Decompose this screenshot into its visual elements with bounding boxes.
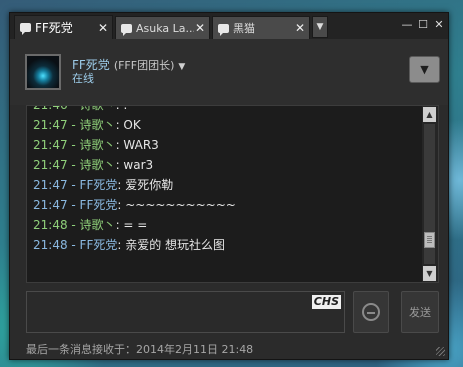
message-time: 21:48 - bbox=[33, 218, 80, 232]
chat-bubble-icon bbox=[20, 23, 31, 35]
message-sender: 诗歌丶 bbox=[79, 118, 116, 132]
tab-heimao[interactable]: 黑猫 ✕ bbox=[212, 16, 310, 39]
message-text: : 爱死你勒 bbox=[117, 178, 174, 192]
message-row: 21:47 - 诗歌丶: WAR3 bbox=[27, 135, 421, 155]
message-sender: 诗歌丶 bbox=[79, 138, 116, 152]
message-time: 21:47 - bbox=[33, 138, 80, 152]
ime-indicator: CHS bbox=[311, 295, 341, 309]
message-text: : : bbox=[115, 105, 128, 112]
message-history[interactable]: 21:46 - 诗歌丶: :21:47 - 诗歌丶: OK 21:47 - 诗歌丶… bbox=[26, 105, 439, 283]
tab-asuka[interactable]: Asuka La... ✕ bbox=[115, 16, 210, 39]
message-row: 21:47 - FF死党: ~~~~~~~~~~~ bbox=[27, 195, 421, 215]
message-row: 21:48 - FF死党: 亲爱的 想玩社么图 bbox=[27, 235, 421, 255]
close-icon[interactable]: ✕ bbox=[432, 17, 446, 31]
maximize-icon[interactable]: ☐ bbox=[416, 17, 430, 31]
tab-close-icon[interactable]: ✕ bbox=[294, 21, 306, 35]
scroll-up-icon[interactable]: ▲ bbox=[423, 107, 436, 122]
tab-close-icon[interactable]: ✕ bbox=[194, 21, 206, 35]
tab-label: Asuka La... bbox=[136, 21, 194, 35]
message-text: : war3 bbox=[115, 158, 154, 172]
scroll-thumb[interactable] bbox=[424, 232, 435, 248]
message-sender: FF死党 bbox=[79, 238, 118, 252]
message-text: : WAR3 bbox=[115, 138, 159, 152]
message-row: 21:48 - 诗歌丶: = = bbox=[27, 215, 421, 235]
message-list: 21:46 - 诗歌丶: :21:47 - 诗歌丶: OK 21:47 - 诗歌丶… bbox=[27, 105, 421, 255]
message-time: 21:48 - bbox=[33, 238, 80, 252]
message-sender: 诗歌丶 bbox=[79, 158, 116, 172]
tab-label: 黑猫 bbox=[233, 22, 255, 35]
emoji-icon bbox=[362, 303, 380, 321]
avatar[interactable] bbox=[25, 54, 61, 90]
message-time: 21:47 - bbox=[33, 118, 80, 132]
minimize-icon[interactable]: — bbox=[400, 17, 414, 31]
tab-close-icon[interactable]: ✕ bbox=[97, 21, 109, 35]
resize-grip-icon[interactable] bbox=[436, 347, 445, 356]
message-row: 21:47 - 诗歌丶: OK bbox=[27, 115, 421, 135]
message-sender: 诗歌丶 bbox=[79, 105, 116, 112]
message-time: 21:46 - bbox=[33, 105, 80, 112]
emoji-button[interactable] bbox=[353, 291, 389, 333]
chat-bubble-icon bbox=[121, 23, 132, 36]
chat-bubble-icon bbox=[218, 23, 229, 36]
chat-window: FF死党 ✕ Asuka La... ✕ 黑猫 ✕ ▼ — ☐ ✕ FF死党 (F… bbox=[9, 12, 449, 360]
message-row: 21:46 - 诗歌丶: : bbox=[27, 105, 421, 115]
message-sender: FF死党 bbox=[79, 178, 118, 192]
message-input[interactable]: CHS bbox=[26, 291, 345, 333]
chevron-down-icon: ▼ bbox=[178, 62, 186, 72]
message-sender: FF死党 bbox=[79, 198, 118, 212]
tab-bar: FF死党 ✕ Asuka La... ✕ 黑猫 ✕ ▼ — ☐ ✕ bbox=[10, 13, 448, 39]
chevron-down-icon: ▼ bbox=[420, 63, 429, 76]
tab-overflow-button[interactable]: ▼ bbox=[312, 16, 328, 38]
message-time: 21:47 - bbox=[33, 178, 80, 192]
send-button[interactable]: 发送 bbox=[401, 291, 439, 333]
message-row: 21:47 - 诗歌丶: war3 bbox=[27, 155, 421, 175]
scrollbar[interactable]: ▲ ▼ bbox=[422, 106, 438, 282]
message-sender: 诗歌丶 bbox=[79, 218, 116, 232]
message-text: : OK bbox=[115, 118, 141, 132]
contact-header: FF死党 (FFF团团长) ▼ 在线 ▼ bbox=[10, 39, 448, 105]
tab-ff[interactable]: FF死党 ✕ bbox=[14, 15, 113, 39]
options-menu-button[interactable]: ▼ bbox=[409, 56, 440, 83]
message-time: 21:47 - bbox=[33, 198, 80, 212]
message-text: : ~~~~~~~~~~~ bbox=[117, 198, 236, 212]
scroll-down-icon[interactable]: ▼ bbox=[423, 266, 436, 281]
contact-status: 在线 bbox=[72, 72, 94, 85]
last-message-info: 最后一条消息接收于：2014年2月11日 21:48 bbox=[26, 343, 254, 356]
message-text: : = = bbox=[115, 218, 148, 232]
message-text: : 亲爱的 想玩社么图 bbox=[117, 238, 226, 252]
contact-title: (FFF团团长) bbox=[113, 59, 175, 72]
tab-label: FF死党 bbox=[35, 21, 73, 35]
message-row: 21:47 - FF死党: 爱死你勒 bbox=[27, 175, 421, 195]
message-time: 21:47 - bbox=[33, 158, 80, 172]
